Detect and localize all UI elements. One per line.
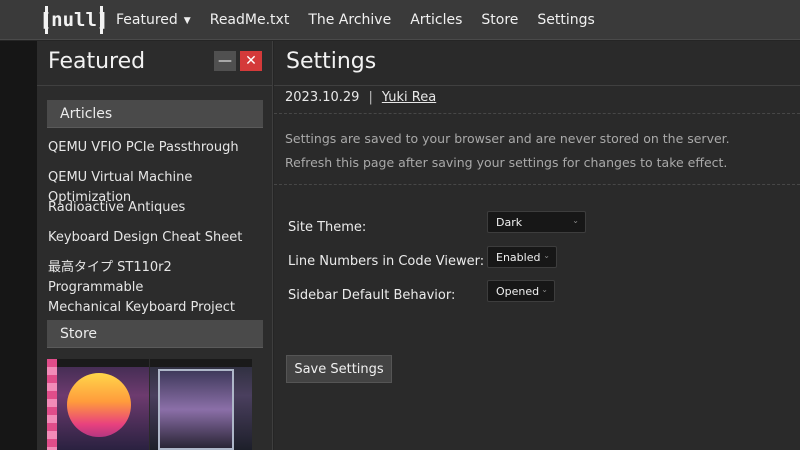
author-link[interactable]: Yuki Rea xyxy=(382,90,436,105)
sidebar-link-radioactive-antiques[interactable]: Radioactive Antiques xyxy=(48,198,268,218)
page-title: Settings xyxy=(286,49,377,74)
status-bar-graphic xyxy=(150,359,252,367)
sidebar-minimize-button[interactable]: — xyxy=(214,51,236,71)
left-gutter xyxy=(0,41,37,450)
post-date: 2023.10.29 xyxy=(285,90,360,105)
sidebar-close-button[interactable]: ✕ xyxy=(240,51,262,71)
nav-featured-label: Featured xyxy=(116,11,178,28)
main-nav: Featured ▼ ReadMe.txt The Archive Articl… xyxy=(116,0,614,40)
sidebar-link-qemu-vfio[interactable]: QEMU VFIO PCIe Passthrough xyxy=(48,138,268,158)
divider xyxy=(274,113,800,114)
sidebar-behavior-value: Opened xyxy=(496,284,540,298)
sidebar-behavior-label: Sidebar Default Behavior: xyxy=(288,288,456,303)
sidebar-title: Featured xyxy=(48,49,146,74)
description-line: Settings are saved to your browser and a… xyxy=(285,131,730,146)
featured-sidebar: Featured — ✕ Articles QEMU VFIO PCIe Pas… xyxy=(37,41,273,450)
site-logo[interactable]: [null] xyxy=(40,5,108,34)
artwork-frame-graphic xyxy=(158,369,234,450)
line-numbers-label: Line Numbers in Code Viewer: xyxy=(288,254,485,269)
nav-the-archive[interactable]: The Archive xyxy=(308,12,391,28)
main-header: Settings xyxy=(274,41,800,86)
description-line: Refresh this page after saving your sett… xyxy=(285,155,728,170)
store-product-image[interactable] xyxy=(47,359,149,450)
meta-separator: | xyxy=(368,90,373,105)
chevron-down-icon: ⌄ xyxy=(572,216,579,225)
sidebar-section-store: Store xyxy=(47,320,263,348)
close-icon: ✕ xyxy=(245,53,257,69)
nav-featured[interactable]: Featured ▼ xyxy=(116,12,191,28)
stripe-graphic xyxy=(47,359,57,450)
sidebar-link-keyboard-cheat-sheet[interactable]: Keyboard Design Cheat Sheet xyxy=(48,228,268,248)
store-product-image[interactable] xyxy=(150,359,252,450)
line-numbers-select[interactable]: Enabled ⌄ xyxy=(487,246,557,268)
nav-store[interactable]: Store xyxy=(481,12,518,28)
line-numbers-value: Enabled xyxy=(496,250,541,264)
nav-articles[interactable]: Articles xyxy=(410,12,462,28)
chevron-down-icon: ⌄ xyxy=(541,285,548,294)
top-nav-bar: [null] Featured ▼ ReadMe.txt The Archive… xyxy=(0,0,800,40)
minimize-icon: — xyxy=(218,53,232,69)
divider xyxy=(274,184,800,185)
sunset-graphic xyxy=(67,373,131,437)
chevron-down-icon: ▼ xyxy=(183,15,191,26)
site-theme-value: Dark xyxy=(496,215,523,229)
chevron-down-icon: ⌄ xyxy=(543,251,550,260)
sidebar-link-line: Mechanical Keyboard Project xyxy=(48,300,235,315)
sidebar-section-articles: Articles xyxy=(47,100,263,128)
sidebar-link-st110r2-project[interactable]: 最高タイプ ST110r2 Programmable Mechanical Ke… xyxy=(48,258,268,318)
settings-description: Settings are saved to your browser and a… xyxy=(285,127,730,175)
site-theme-select[interactable]: Dark ⌄ xyxy=(487,211,586,233)
post-meta: 2023.10.29 | Yuki Rea xyxy=(285,90,436,105)
main-content: Settings 2023.10.29 | Yuki Rea Settings … xyxy=(274,41,800,450)
sidebar-behavior-select[interactable]: Opened ⌄ xyxy=(487,280,555,302)
status-bar-graphic xyxy=(47,359,149,367)
nav-readme[interactable]: ReadMe.txt xyxy=(210,12,290,28)
sidebar-link-line: 最高タイプ ST110r2 Programmable xyxy=(48,260,172,295)
save-settings-button[interactable]: Save Settings xyxy=(286,355,392,383)
site-theme-label: Site Theme: xyxy=(288,220,367,235)
nav-settings[interactable]: Settings xyxy=(537,12,594,28)
sidebar-header: Featured — ✕ xyxy=(37,41,272,86)
